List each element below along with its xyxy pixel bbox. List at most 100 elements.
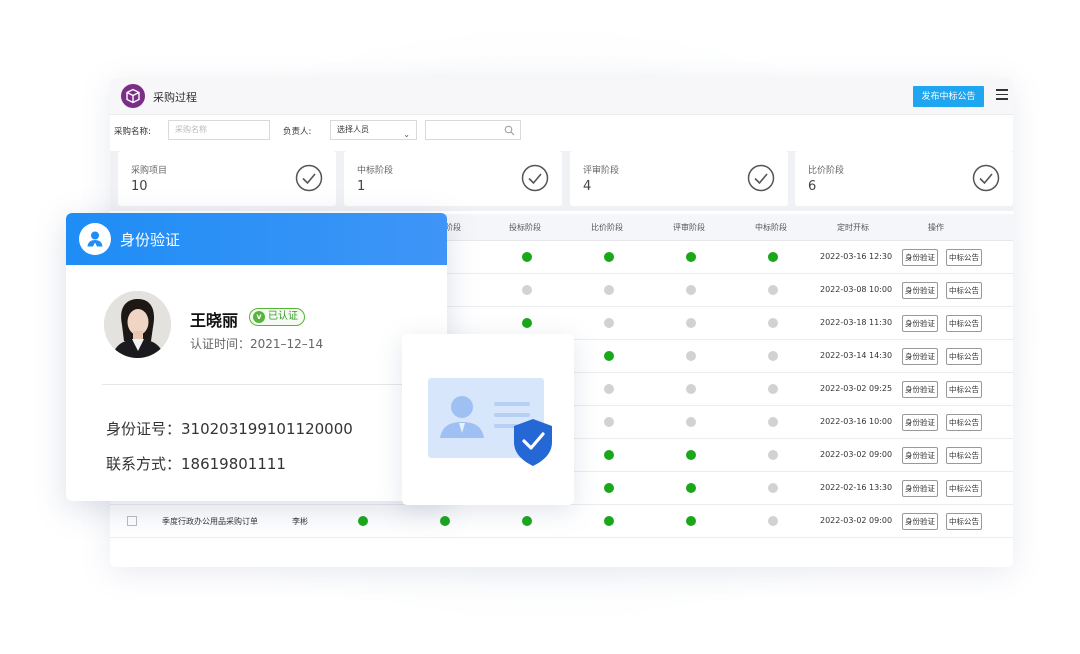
stage-status-dot [686,252,696,262]
stat-label: 采购项目 [131,166,168,176]
row-checkbox[interactable] [127,516,137,526]
row-date: 2022-03-08 10:00 [820,285,893,294]
row-date: 2022-03-02 09:25 [820,384,893,393]
row-name: 季度行政办公用品采购订单 [162,517,258,526]
stat-card: 采购项目 10 [118,151,336,206]
verify-button[interactable]: 身份验证 [902,513,938,530]
stage-status-dot [768,285,778,295]
stage-status-dot [686,351,696,361]
verified-badge: v 已认证 [249,308,305,326]
notice-button[interactable]: 中标公告 [946,381,982,398]
column-header: 投标阶段 [509,223,541,232]
stage-status-dot [604,483,614,493]
stat-card: 评审阶段 4 [570,151,788,206]
id-card-shield-icon [428,378,552,466]
check-circle-icon [972,164,1000,192]
column-header: 评审阶段 [673,223,705,232]
stat-card: 比价阶段 6 [795,151,1013,206]
stage-status-dot [768,483,778,493]
stat-value: 4 [583,179,592,194]
publish-notice-button[interactable]: 发布中标公告 [913,86,984,107]
stage-status-dot [604,285,614,295]
stat-label: 评审阶段 [583,166,620,176]
stage-status-dot [440,516,450,526]
stage-status-dot [604,516,614,526]
stage-status-dot [522,285,532,295]
notice-button[interactable]: 中标公告 [946,414,982,431]
stage-status-dot [686,450,696,460]
stage-status-dot [686,285,696,295]
verify-button[interactable]: 身份验证 [902,480,938,497]
stats-row: 采购项目 10 中标阶段 1 评审阶段 4 比价阶段 6 [110,151,1013,211]
verification-time: 认证时间：2021–12–14 [190,337,324,351]
verify-button[interactable]: 身份验证 [902,414,938,431]
check-circle-icon [747,164,775,192]
filter-bar: 采购名称: 采购名称 负责人: 选择人员 ⌄ [110,115,1013,151]
box-logo-icon [121,84,145,108]
owner-select[interactable]: 选择人员 ⌄ [330,120,417,140]
id-shield-illustration [402,334,574,505]
contact-info: 联系方式：18619801111 [106,455,286,473]
divider [102,384,412,385]
stat-value: 1 [357,179,366,194]
table-row: 季度行政办公用品采购订单 李彬 2022-03-02 09:00 身份验证 中标公告 [110,505,1013,538]
stage-status-dot [358,516,368,526]
stage-status-dot [522,318,532,328]
column-header: 操作 [928,223,944,232]
stage-status-dot [686,417,696,427]
name-filter-label: 采购名称: [114,127,151,137]
row-date: 2022-03-16 10:00 [820,417,893,426]
row-date: 2022-03-02 09:00 [820,516,893,525]
stage-status-dot [604,417,614,427]
stage-status-dot [768,450,778,460]
stage-status-dot [686,384,696,394]
notice-button[interactable]: 中标公告 [946,282,982,299]
row-date: 2022-03-16 12:30 [820,252,893,261]
verify-button[interactable]: 身份验证 [902,447,938,464]
stage-status-dot [768,516,778,526]
row-date: 2022-03-02 09:00 [820,450,893,459]
stage-status-dot [686,483,696,493]
stat-value: 10 [131,179,148,194]
search-input[interactable] [425,120,521,140]
stage-status-dot [604,384,614,394]
notice-button[interactable]: 中标公告 [946,315,982,332]
stage-status-dot [686,318,696,328]
title-bar: 采购过程 发布中标公告 [110,78,1013,115]
notice-button[interactable]: 中标公告 [946,447,982,464]
identity-card-header: 身份验证 [66,213,447,265]
list-menu-icon[interactable] [996,89,1008,101]
stage-status-dot [604,318,614,328]
column-header: 比价阶段 [591,223,623,232]
notice-button[interactable]: 中标公告 [946,348,982,365]
identity-card: 身份验证 王晓丽 v 已认证 认证时间：2021–12–14 身份证号：3102… [66,213,447,501]
stat-label: 比价阶段 [808,166,845,176]
page-title: 采购过程 [153,91,197,104]
verified-check-icon: v [253,311,265,323]
user-icon [79,223,111,255]
column-header: 阶段 [445,223,461,232]
identity-name: 王晓丽 [190,311,239,330]
notice-button[interactable]: 中标公告 [946,480,982,497]
verify-button[interactable]: 身份验证 [902,315,938,332]
verify-button[interactable]: 身份验证 [902,381,938,398]
verify-button[interactable]: 身份验证 [902,282,938,299]
row-date: 2022-03-14 14:30 [820,351,893,360]
notice-button[interactable]: 中标公告 [946,249,982,266]
avatar [104,291,171,358]
stage-status-dot [768,351,778,361]
name-filter-input[interactable]: 采购名称 [168,120,270,140]
verify-button[interactable]: 身份验证 [902,249,938,266]
id-number: 身份证号：310203199101120000 [106,420,353,438]
owner-select-value: 选择人员 [337,125,369,134]
stage-status-dot [686,516,696,526]
stage-status-dot [604,450,614,460]
check-circle-icon [295,164,323,192]
row-person: 李彬 [292,517,308,526]
chevron-down-icon: ⌄ [403,130,410,139]
verified-badge-label: 已认证 [268,311,298,322]
stat-card: 中标阶段 1 [344,151,562,206]
stage-status-dot [768,417,778,427]
verify-button[interactable]: 身份验证 [902,348,938,365]
notice-button[interactable]: 中标公告 [946,513,982,530]
